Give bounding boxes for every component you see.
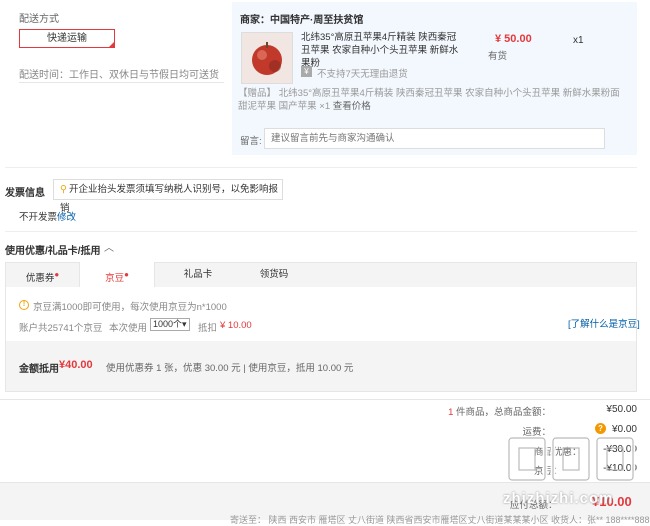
divider	[5, 167, 637, 168]
memo-label: 留言:	[240, 136, 262, 147]
product-quantity: x1	[573, 35, 584, 46]
tab-gift-card-label: 礼品卡	[183, 269, 213, 280]
coupons-title[interactable]: 使用优惠/礼品卡/抵用	[5, 242, 101, 257]
tab-dot-icon: ●	[54, 270, 60, 279]
product-title[interactable]: 北纬35°高原丑苹果4斤精装 陕西秦冠丑苹果 农家自种小个头丑苹果 新鲜水果粉	[301, 31, 461, 70]
gift-info: 【赠品】 北纬35°高原丑苹果4斤精装 陕西秦冠丑苹果 农家自种小个头丑苹果 新…	[238, 87, 620, 113]
lightbulb-icon: ⚲	[60, 184, 67, 195]
divider	[0, 399, 650, 400]
gift-text: 北纬35°高原丑苹果4斤精装 陕西秦冠丑苹果 农家自种小个头丑苹果 新鲜水果粉面…	[238, 88, 620, 112]
tab-jingdou-label: 京豆	[105, 273, 125, 285]
jingdou-tip: 京豆满1000即可使用，每次使用京豆为n*1000	[33, 302, 227, 313]
tab-coupon[interactable]: 优惠券●	[6, 262, 79, 287]
shipping-address: 寄送至： 陕西 西安市 雁塔区 丈八街道 陕西省西安市雁塔区丈八街道某某某小区 …	[230, 515, 650, 525]
divider	[5, 231, 637, 232]
goods-count-suffix: 件商品，总商品金额：	[453, 407, 551, 418]
merchant-name: 商家：中国特产·周至扶贫馆	[240, 15, 364, 26]
gift-price-link[interactable]: 查看价格	[333, 101, 371, 112]
jingdou-use-label: 本次使用	[109, 323, 148, 334]
divider	[19, 82, 224, 83]
gift-prefix: 【赠品】	[238, 88, 277, 99]
invoice-edit-link[interactable]: 修改	[57, 209, 76, 223]
tab-gift-card[interactable]: 礼品卡	[160, 262, 236, 287]
discount-summary-detail: 使用优惠券 1 张，优惠 30.00 元 | 使用京豆，抵用 10.00 元	[106, 363, 354, 374]
selected-corner-icon	[108, 41, 115, 48]
product-image[interactable]	[241, 32, 293, 84]
watermark-text: zhizhizhi.com	[503, 490, 614, 507]
goods-amount: ¥50.00	[606, 404, 637, 415]
invoice-title: 发票信息	[5, 188, 45, 199]
chevron-down-icon: ▾	[182, 319, 187, 329]
invoice-current: 不开发票	[19, 212, 58, 223]
product-price: ¥ 50.00	[495, 33, 532, 45]
tab-jingdou[interactable]: 京豆●	[79, 262, 155, 287]
tab-redeem-code[interactable]: 领货码	[236, 262, 312, 287]
return-policy: 不支持7天无理由退货	[317, 69, 408, 80]
invoice-tip-text: 开企业抬头发票须填写纳税人识别号，以免影响报销	[60, 184, 278, 214]
discount-summary-amount: ¥40.00	[59, 359, 93, 371]
return-policy-icon: ¥	[301, 66, 312, 77]
watermark-logo	[506, 435, 636, 483]
express-delivery-label: 快递运输	[47, 33, 87, 44]
tab-dot-icon: ●	[124, 270, 129, 279]
tab-redeem-code-label: 领货码	[259, 269, 289, 280]
info-icon: !	[19, 300, 29, 310]
collapse-arrow-icon[interactable]: ︿	[104, 239, 114, 254]
memo-input[interactable]	[264, 128, 605, 149]
jingdou-account: 账户共25741个京豆	[19, 323, 103, 334]
jingdou-deduct-label: 抵扣	[198, 323, 218, 334]
express-delivery-button[interactable]: 快递运输	[19, 29, 115, 48]
jingdou-amount-value: 1000个	[153, 319, 183, 329]
goods-count-label: 1 件商品，总商品金额：	[448, 404, 551, 418]
stock-status: 有货	[488, 51, 508, 62]
jingdou-help-link[interactable]: [了解什么是京豆]	[568, 316, 640, 330]
delivery-time: 配送时间：工作日、双休日与节假日均可送货	[19, 70, 219, 81]
discount-summary-label: 金额抵用	[19, 364, 59, 375]
apple-image-icon	[242, 33, 292, 83]
jingdou-amount-select[interactable]: 1000个▾	[150, 318, 190, 331]
tab-coupon-label: 优惠券	[25, 273, 55, 285]
delivery-title: 配送方式	[19, 14, 59, 25]
jingdou-deduct-amount: ¥ 10.00	[220, 320, 252, 331]
invoice-tip: ⚲ 开企业抬头发票须填写纳税人识别号，以免影响报销	[53, 179, 283, 214]
